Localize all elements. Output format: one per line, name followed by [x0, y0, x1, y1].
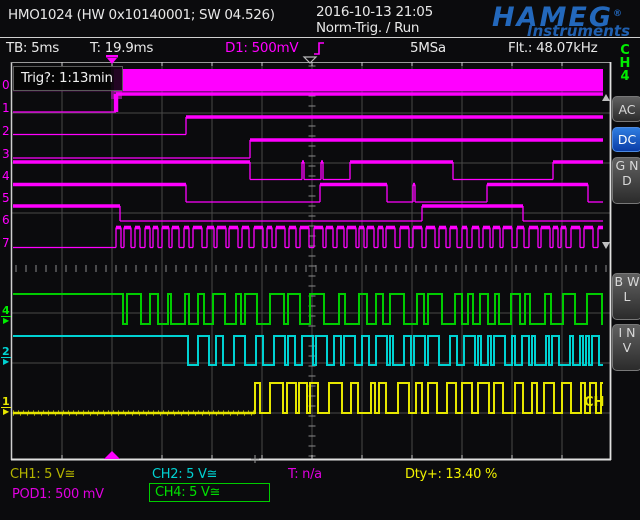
footer-trigger-freq: T: n/a	[288, 467, 322, 482]
menu-button-bwl[interactable]: B W L	[612, 273, 640, 320]
digital-channel-label-d1[interactable]: 1	[2, 103, 12, 114]
footer-pod1-scale[interactable]: POD1: 500 mV	[12, 487, 104, 502]
header-divider	[0, 37, 640, 38]
digital-channel-label-d5[interactable]: 5	[2, 193, 12, 204]
sample-rate-value: 5MSa	[410, 40, 446, 56]
digital-channel-label-d0[interactable]: 0	[2, 80, 12, 91]
trigger-mode-status: Norm-Trig. / Run	[316, 20, 419, 36]
channel-overlay-label: CH	[584, 395, 604, 410]
trigger-warning-label: Trig?: 1:13min	[13, 66, 123, 91]
trigger-source-value[interactable]: D1: 500mV	[225, 40, 298, 56]
digital-channel-label-d3[interactable]: 3	[2, 149, 12, 160]
datetime: 2016-10-13 21:05	[316, 4, 433, 20]
device-id: HMO1024 (HW 0x10140001; SW 04.526)	[8, 7, 275, 23]
filter-frequency-value: Flt.: 48.07kHz	[508, 40, 597, 56]
analog-channel-ref-marker-4[interactable]: 4▶	[1, 306, 13, 324]
brand-registered-mark: ®	[613, 9, 622, 19]
digital-channel-label-d2[interactable]: 2	[2, 126, 12, 137]
trigger-time-value[interactable]: T: 19.9ms	[90, 40, 153, 56]
footer-ch2-scale[interactable]: CH2: 5 V≅	[152, 467, 217, 482]
rising-edge-icon	[313, 41, 325, 56]
footer-ch4-label: CH4: 5 V≅	[155, 485, 220, 500]
analog-channel-ref-marker-2[interactable]: 2▶	[1, 347, 13, 365]
menu-title-ch4: C H 4	[612, 44, 638, 83]
footer-duty-measurement: Dty+: 13.40 %	[405, 467, 497, 482]
analog-channel-ref-marker-1[interactable]: 1▶	[1, 397, 13, 415]
digital-channel-label-d4[interactable]: 4	[2, 171, 12, 182]
footer-ch4-scale-selected[interactable]: CH4: 5 V≅	[149, 483, 270, 502]
digital-channel-label-d7[interactable]: 7	[2, 238, 12, 249]
footer-ch1-scale[interactable]: CH1: 5 V≅	[10, 467, 75, 482]
menu-button-gnd[interactable]: G N D	[612, 157, 640, 204]
oscilloscope-screen: HMO1024 (HW 0x10140001; SW 04.526) 2016-…	[0, 0, 640, 520]
menu-button-dc[interactable]: DC	[612, 127, 640, 152]
timebase-value[interactable]: TB: 5ms	[6, 40, 59, 56]
menu-button-inv[interactable]: I N V	[612, 324, 640, 371]
menu-button-ac[interactable]: AC	[612, 96, 640, 122]
digital-channel-label-d6[interactable]: 6	[2, 215, 12, 226]
